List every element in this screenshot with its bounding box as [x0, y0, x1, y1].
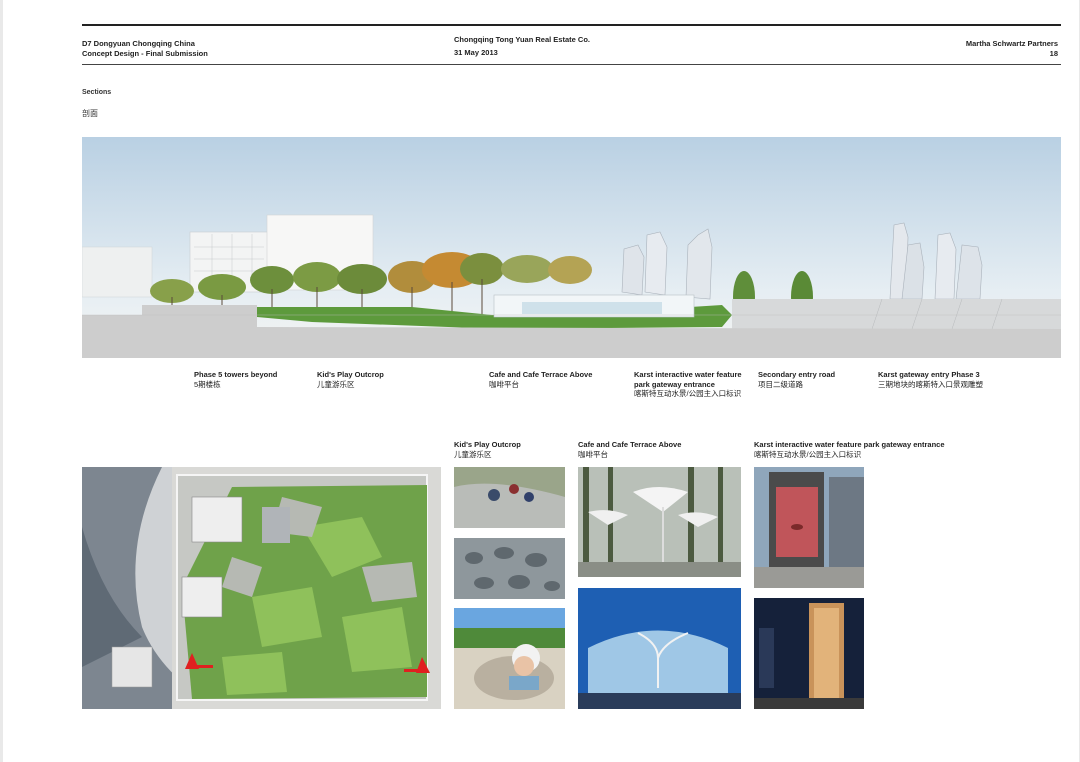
document-date: 31 May 2013 — [454, 48, 498, 57]
header-top-rule — [82, 24, 1061, 26]
photo-karst-water-feature — [754, 467, 864, 588]
header-bottom-rule — [82, 64, 1061, 65]
document-page: D7 Dongyuan Chongqing China Concept Desi… — [3, 0, 1079, 762]
page-number: 18 — [1049, 49, 1058, 58]
firm-name: Martha Schwartz Partners — [965, 39, 1058, 48]
header-firm: Martha Schwartz Partners 18 — [966, 39, 1058, 59]
label-cafe-terrace: Cafe and Cafe Terrace Above 咖啡平台 — [489, 370, 593, 389]
section-title: Sections — [82, 89, 112, 96]
label-kids-play: Kid's Play Outcrop 儿童游乐区 — [317, 370, 384, 389]
section-title-cn: 剖面 — [82, 109, 98, 118]
photo-outcrop-texture — [454, 538, 565, 599]
photo-cafe-canopies — [578, 467, 741, 577]
header-project: D7 Dongyuan Chongqing China Concept Desi… — [82, 39, 208, 59]
photo-cafe-glass-pavilion — [578, 588, 741, 709]
photo-caption-karst: Karst interactive water feature park gat… — [754, 440, 945, 459]
section-elevation-image — [82, 137, 1061, 358]
header-client: Chongqing Tong Yuan Real Estate Co. 31 M… — [454, 35, 590, 58]
label-secondary-road: Secondary entry road 项目二级道路 — [758, 370, 836, 389]
photo-child-in-outcrop — [454, 608, 565, 709]
label-karst-water-feature: Karst interactive water feature park gat… — [634, 370, 742, 398]
photo-caption-kids-play: Kid's Play Outcrop 儿童游乐区 — [454, 440, 521, 459]
site-plan-image — [82, 467, 441, 709]
photo-caption-cafe: Cafe and Cafe Terrace Above 咖啡平台 — [578, 440, 682, 459]
label-phase5-towers: Phase 5 towers beyond 5期楼栋 — [194, 370, 278, 389]
project-stage: Concept Design - Final Submission — [82, 49, 208, 58]
photo-karst-night-tower — [754, 598, 864, 709]
photo-kids-climbing — [454, 467, 565, 528]
project-name: D7 Dongyuan Chongqing China — [82, 39, 195, 48]
label-karst-gateway-phase3: Karst gateway entry Phase 3 三期地块的喀斯特入口景观… — [878, 370, 983, 389]
client-name: Chongqing Tong Yuan Real Estate Co. — [454, 35, 590, 44]
